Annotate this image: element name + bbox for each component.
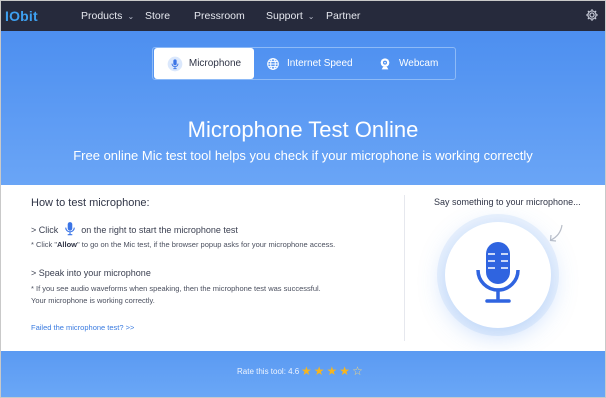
tester-prompt: Say something to your microphone...: [434, 197, 581, 207]
rating-footer: Rate this tool: 4.6 ★★★★☆: [1, 351, 605, 397]
step-one: > Click on the right to start the microp…: [31, 221, 238, 237]
note-suffix: " to go on the Mic test, if the browser …: [77, 240, 336, 249]
tab-label: Internet Speed: [287, 58, 353, 69]
nav-item-products[interactable]: Products ⌄: [81, 10, 134, 22]
webcam-icon: [380, 57, 390, 69]
tab-label: Microphone: [188, 58, 242, 69]
chevron-down-icon: ⌄: [307, 12, 315, 21]
microphone-icon: [476, 242, 520, 303]
test-tabs: Microphone Internet Speed Webcam: [152, 47, 456, 80]
rating-label: Rate this tool: 4.6: [237, 367, 300, 376]
start-microphone-test-button[interactable]: [445, 222, 551, 328]
globe-icon: [267, 57, 279, 70]
failed-test-link[interactable]: Failed the microphone test? >>: [31, 323, 134, 332]
nav-item-pressroom[interactable]: Pressroom: [194, 10, 245, 22]
page-frame: IObit Products ⌄ Store Pressroom Support ⌄…: [0, 0, 606, 398]
iobit-logo[interactable]: IObit: [5, 8, 38, 24]
nav-label: Partner: [326, 10, 361, 22]
nav-item-support[interactable]: Support ⌄: [266, 10, 314, 22]
tab-webcam[interactable]: Webcam: [377, 48, 455, 79]
star-icon[interactable]: ★: [314, 364, 327, 378]
microphone-icon: [167, 56, 183, 71]
star-icon[interactable]: ★: [301, 364, 314, 378]
nav-label: Pressroom: [194, 10, 245, 22]
allow-text: Allow: [57, 240, 77, 249]
tab-label: Webcam: [399, 58, 439, 69]
page-subtitle: Free online Mic test tool helps you chec…: [73, 148, 533, 163]
rating-stars[interactable]: ★★★★☆: [301, 364, 365, 378]
nav-item-partner[interactable]: Partner: [326, 10, 360, 22]
gear-icon[interactable]: [585, 8, 599, 22]
step-one-note: * Click "Allow" to go on the Mic test, i…: [31, 240, 335, 249]
tab-microphone[interactable]: Microphone: [154, 48, 254, 79]
step-two-note-2: Your microphone is working correctly.: [31, 296, 155, 305]
step-two: > Speak into your microphone: [31, 268, 151, 278]
instructions-title: How to test microphone:: [31, 197, 150, 209]
nav-item-store[interactable]: Store: [145, 10, 170, 22]
step-two-note-1: * If you see audio waveforms when speaki…: [31, 284, 321, 293]
page-title: Microphone Test Online: [187, 117, 419, 142]
star-icon[interactable]: ★: [327, 364, 340, 378]
divider: [404, 195, 405, 341]
chevron-down-icon: ⌄: [127, 12, 135, 21]
top-navigation-bar: IObit Products ⌄ Store Pressroom Support ⌄…: [1, 1, 605, 31]
tab-internet-speed[interactable]: Internet Speed: [265, 48, 365, 79]
star-icon[interactable]: ★: [339, 364, 352, 378]
hero-section: Microphone Internet Speed Webcam Microph…: [1, 31, 605, 185]
note-prefix: * Click ": [31, 240, 57, 249]
star-icon[interactable]: ☆: [352, 364, 365, 378]
nav-label: Products: [81, 10, 123, 22]
nav-label: Store: [145, 10, 171, 22]
step-one-prefix: > Click: [31, 225, 59, 235]
microphone-icon: [64, 222, 75, 236]
nav-label: Support: [266, 10, 303, 22]
step-one-suffix: on the right to start the microphone tes…: [81, 225, 238, 235]
